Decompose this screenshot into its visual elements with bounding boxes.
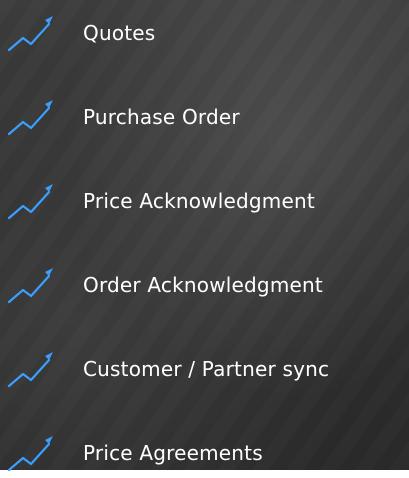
trend-up-arrow-icon	[7, 352, 53, 388]
list-item-purchase-order[interactable]: Purchase Order	[0, 92, 409, 142]
list-item-label: Customer / Partner sync	[83, 357, 330, 381]
trend-up-arrow-icon	[7, 436, 53, 472]
list-item-customer-partner-sync[interactable]: Customer / Partner sync	[0, 344, 409, 394]
list-item-label: Purchase Order	[83, 105, 240, 129]
trend-up-arrow-icon	[7, 184, 53, 220]
list-item-order-acknowledgment[interactable]: Order Acknowledgment	[0, 260, 409, 310]
trend-up-arrow-icon	[7, 268, 53, 304]
list-item-label: Price Acknowledgment	[83, 189, 315, 213]
trend-up-arrow-icon	[7, 16, 53, 52]
list-item-price-agreements[interactable]: Price Agreements	[0, 428, 409, 478]
feature-list: Quotes Purchase Order Price Acknowledgme…	[0, 0, 409, 472]
list-item-price-acknowledgment[interactable]: Price Acknowledgment	[0, 176, 409, 226]
trend-up-arrow-icon	[7, 100, 53, 136]
list-item-label: Price Agreements	[83, 441, 263, 465]
list-item-quotes[interactable]: Quotes	[0, 8, 409, 58]
list-item-label: Quotes	[83, 21, 156, 45]
list-item-label: Order Acknowledgment	[83, 273, 323, 297]
